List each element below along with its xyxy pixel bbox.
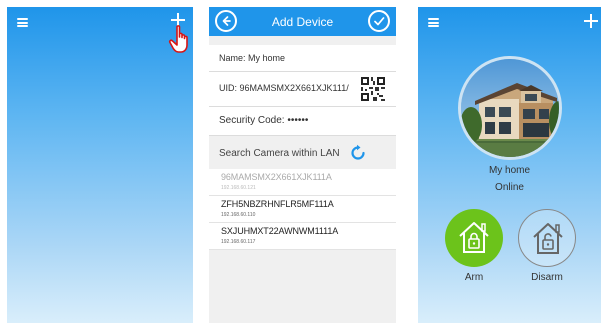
home-screen-device: My home Online Arm Disarm <box>418 7 601 323</box>
form-area: Name: My home UID: 96MAMSMX2X661XJK111/ <box>209 36 396 323</box>
uid-field[interactable]: UID: 96MAMSMX2X661XJK111/ <box>209 72 396 107</box>
camera-ip: 192.168.60.110 <box>221 212 256 218</box>
status-text: Online <box>495 182 524 193</box>
camera-uid: 96MAMSMX2X661XJK111A <box>221 172 332 182</box>
qr-code-icon[interactable] <box>361 77 385 101</box>
name-field-text: Name: My home <box>219 53 286 63</box>
hand-pointer-icon <box>168 25 188 53</box>
disarm-button[interactable] <box>518 209 576 267</box>
security-code-text: Security Code: •••••• <box>219 115 309 126</box>
stage: Add Device Name: My home UID: 96MAMSMX2X… <box>0 0 601 323</box>
camera-uid: SXJUHMXT22AWNWM1111A <box>221 226 339 236</box>
refresh-icon[interactable] <box>349 144 367 162</box>
hamburger-icon[interactable] <box>17 18 28 27</box>
header-bar: Add Device <box>209 7 396 36</box>
name-field[interactable]: Name: My home <box>209 45 396 72</box>
house-lock-icon <box>459 222 489 253</box>
house-unlock-icon <box>533 223 563 254</box>
search-label: Search Camera within LAN <box>219 148 340 159</box>
search-camera-lan[interactable]: Search Camera within LAN <box>209 140 396 168</box>
uid-field-text: UID: 96MAMSMX2X661XJK111/ <box>219 83 349 93</box>
camera-ip: 192.168.60.117 <box>221 239 256 245</box>
home-name: My home <box>488 165 531 176</box>
plus-icon[interactable] <box>584 14 598 28</box>
hamburger-icon[interactable] <box>428 18 439 27</box>
camera-list-item[interactable]: ZFH5NBZRHNFLR5MF111A 192.168.60.110 <box>209 196 396 223</box>
security-code-field[interactable]: Security Code: •••••• <box>209 107 396 136</box>
camera-ip: 192.168.60.121 <box>221 185 256 191</box>
home-photo[interactable] <box>458 56 562 160</box>
home-screen-empty <box>7 7 193 323</box>
camera-list-item[interactable]: SXJUHMXT22AWNWM1111A 192.168.60.117 <box>209 223 396 250</box>
checkmark-icon[interactable] <box>368 10 390 32</box>
camera-list-item[interactable]: 96MAMSMX2X661XJK111A 192.168.60.121 <box>209 169 396 196</box>
arm-button[interactable] <box>445 209 503 267</box>
add-device-screen: Add Device Name: My home UID: 96MAMSMX2X… <box>209 7 396 323</box>
camera-uid: ZFH5NBZRHNFLR5MF111A <box>221 199 334 209</box>
disarm-label: Disarm <box>531 272 563 283</box>
arm-label: Arm <box>464 272 484 283</box>
